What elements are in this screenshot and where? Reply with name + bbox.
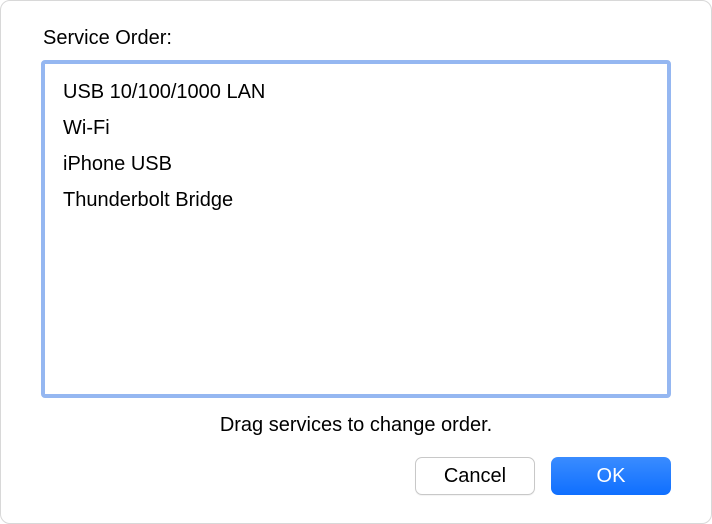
- service-order-dialog: Service Order: USB 10/100/1000 LAN Wi-Fi…: [0, 0, 712, 524]
- button-row: Cancel OK: [41, 457, 671, 495]
- service-order-list[interactable]: USB 10/100/1000 LAN Wi-Fi iPhone USB Thu…: [41, 60, 671, 398]
- list-item[interactable]: Thunderbolt Bridge: [45, 182, 667, 218]
- list-item[interactable]: Wi-Fi: [45, 110, 667, 146]
- dialog-title: Service Order:: [41, 27, 671, 50]
- cancel-button[interactable]: Cancel: [415, 457, 535, 495]
- list-item[interactable]: iPhone USB: [45, 146, 667, 182]
- ok-button[interactable]: OK: [551, 457, 671, 495]
- drag-hint-label: Drag services to change order.: [41, 414, 671, 437]
- list-item[interactable]: USB 10/100/1000 LAN: [45, 74, 667, 110]
